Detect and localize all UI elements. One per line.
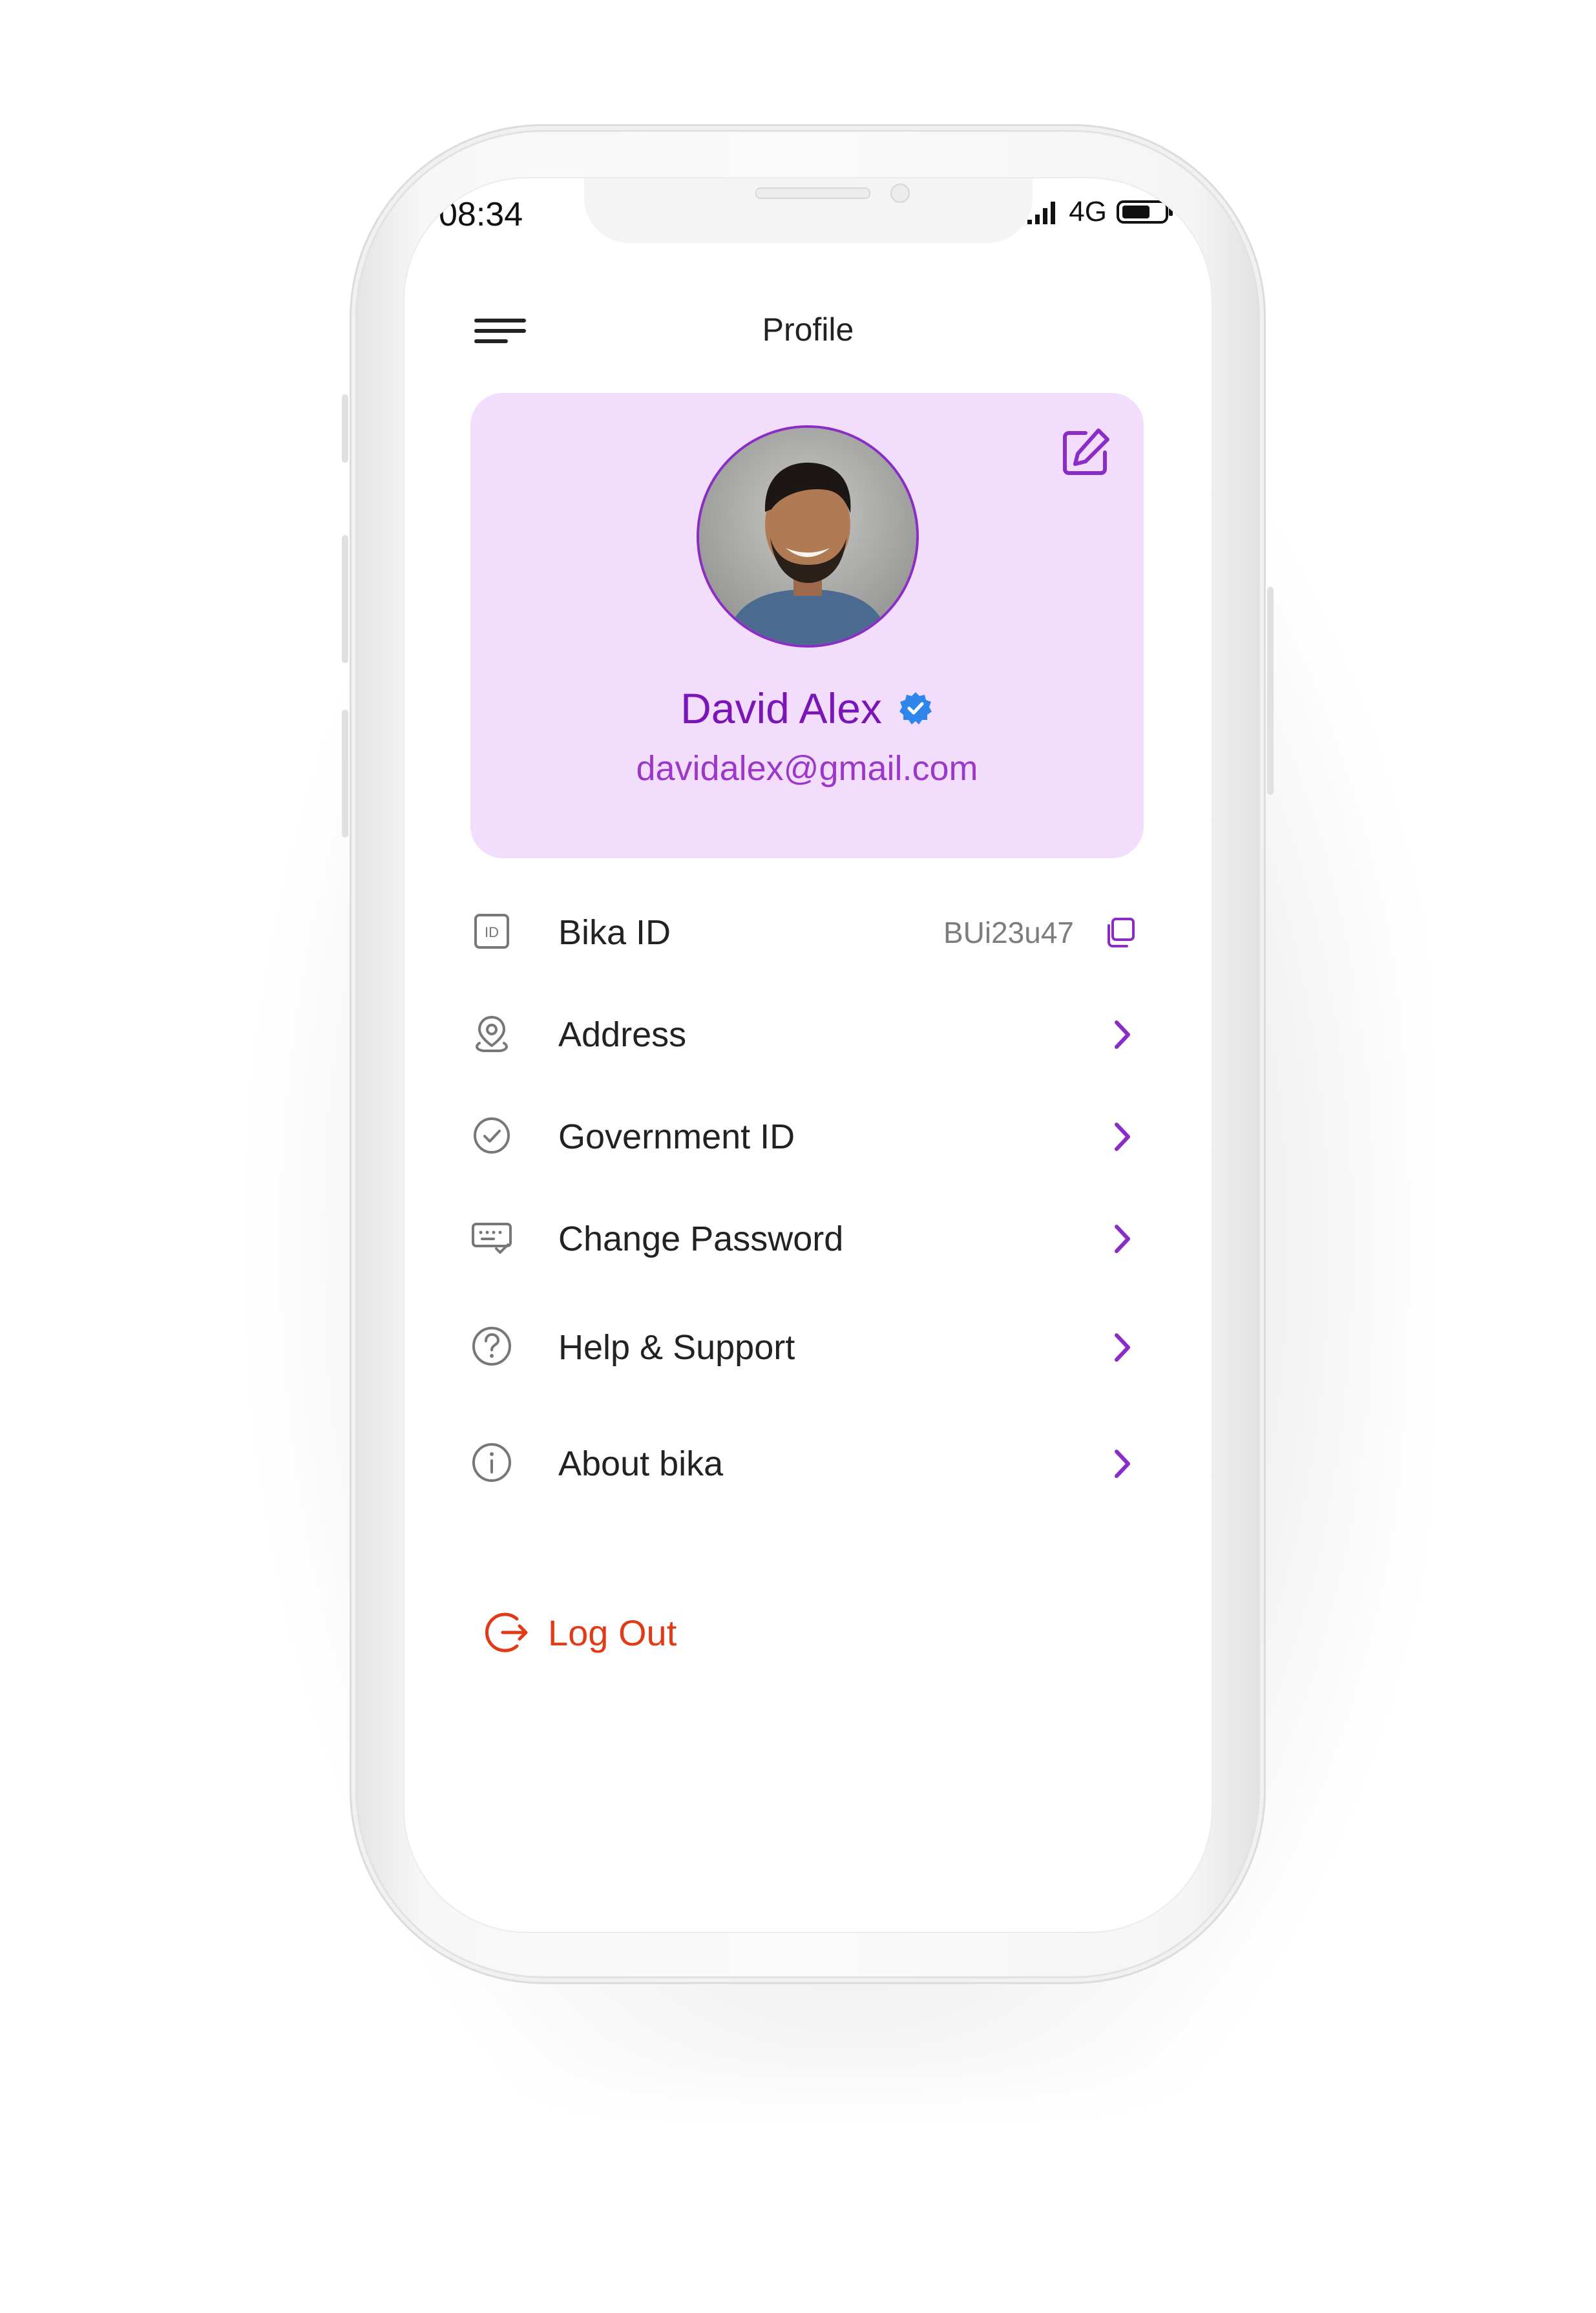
- location-pin-icon: [476, 1015, 508, 1052]
- page-title: Profile: [762, 312, 854, 348]
- check-circle-icon: [474, 1117, 510, 1154]
- volume-down-button: [342, 710, 348, 838]
- chevron-right-icon: [1115, 1020, 1130, 1049]
- profile-email: davidalex@gmail.com: [636, 749, 978, 788]
- notch: [584, 178, 1033, 243]
- status-indicators: 4G: [1026, 196, 1175, 227]
- menu-label: Change Password: [558, 1220, 844, 1258]
- profile-name: David Alex: [680, 684, 882, 732]
- password-keyboard-icon: [472, 1223, 512, 1254]
- avatar-photo: [699, 428, 916, 645]
- id-card-icon: ID: [474, 914, 509, 949]
- menu-label: Government ID: [558, 1117, 795, 1156]
- edit-profile-icon[interactable]: [1060, 427, 1111, 478]
- menu-label: Address: [558, 1015, 687, 1054]
- bika-id-value: BUi23u47: [943, 916, 1074, 949]
- volume-up-button: [342, 535, 348, 663]
- menu-item-government-id[interactable]: Government ID: [470, 1100, 1144, 1171]
- network-type: 4G: [1069, 196, 1107, 227]
- svg-text:ID: ID: [485, 924, 499, 940]
- chevron-right-icon: [1115, 1333, 1130, 1362]
- front-camera: [890, 184, 910, 203]
- profile-name-row: David Alex: [470, 684, 1144, 733]
- silent-switch: [342, 394, 348, 463]
- phone-screen: 08:34 4G Profile David Alex davidalex@gm…: [404, 178, 1212, 1932]
- info-circle-icon: [472, 1443, 511, 1482]
- menu-item-about[interactable]: About bika: [470, 1427, 1144, 1498]
- power-button: [1267, 587, 1274, 795]
- logout-icon: [485, 1612, 528, 1653]
- logout-button[interactable]: Log Out: [483, 1603, 677, 1662]
- menu-label: Bika ID: [558, 913, 671, 952]
- help-circle-icon: [472, 1327, 511, 1366]
- menu-label: Help & Support: [558, 1328, 795, 1367]
- verified-badge-icon: [899, 692, 932, 724]
- status-time: 08:34: [439, 196, 523, 233]
- menu-item-bika-id: ID Bika ID BUi23u47: [470, 896, 1144, 967]
- speaker: [755, 187, 870, 199]
- chevron-right-icon: [1115, 1123, 1130, 1151]
- menu-label: About bika: [558, 1444, 724, 1483]
- menu-item-change-password[interactable]: Change Password: [470, 1202, 1144, 1273]
- battery-icon: [1117, 200, 1173, 224]
- chevron-right-icon: [1115, 1450, 1130, 1478]
- chevron-right-icon: [1115, 1225, 1130, 1253]
- copy-icon[interactable]: [1102, 915, 1137, 950]
- profile-card: David Alex davidalex@gmail.com: [470, 393, 1144, 858]
- avatar[interactable]: [697, 425, 919, 648]
- menu-item-help-support[interactable]: Help & Support: [470, 1311, 1144, 1382]
- logout-label: Log Out: [548, 1612, 677, 1653]
- signal-icon: [1027, 202, 1056, 224]
- menu-item-address[interactable]: Address: [470, 998, 1144, 1069]
